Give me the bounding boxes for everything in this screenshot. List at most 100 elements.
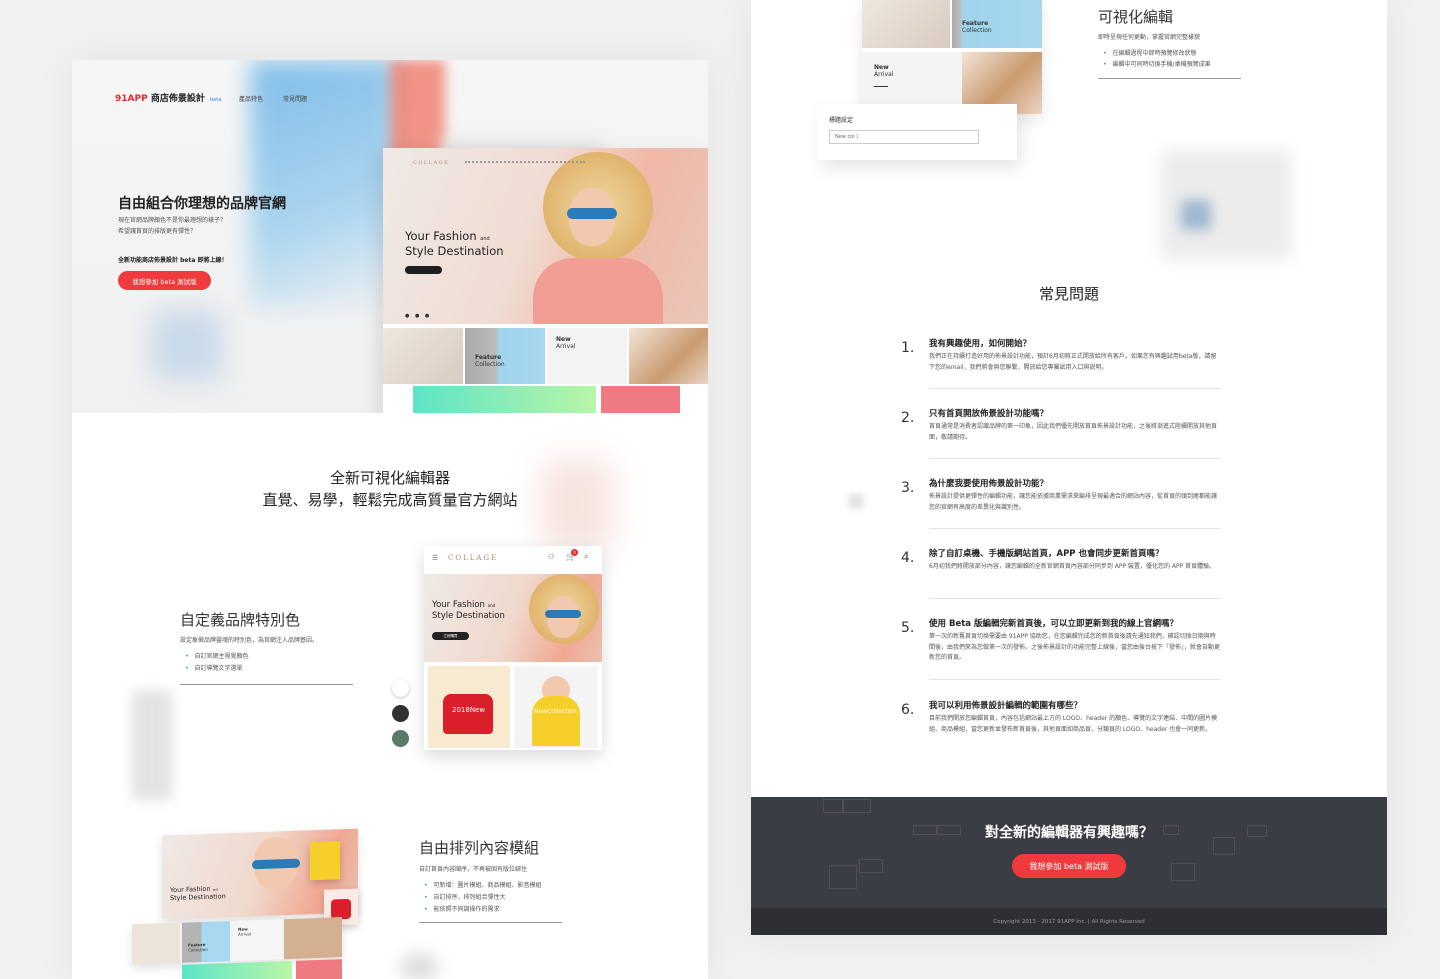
mockup-banner-button: [405, 266, 442, 274]
banner-title-line: Style Destination: [170, 892, 226, 903]
color-swatch-green[interactable]: [392, 730, 409, 747]
faq-question: 我有興趣使用，如何開始？: [929, 339, 1032, 349]
cta-decor-box: [843, 799, 871, 813]
banner-model-sunglasses: [567, 208, 617, 219]
section-title-line: 直覺、易學，輕鬆完成高質量官方網站: [262, 491, 518, 509]
tile-new-arrival: New Arrival: [547, 328, 627, 384]
mockup-menu: [465, 161, 585, 164]
tile-label: New Arrival: [556, 336, 576, 350]
mockup-banner: COLLAGE Your Fashion and Style Destinati…: [383, 148, 708, 324]
tile-label: 2018New: [452, 706, 486, 714]
section-title-line: 全新可視化編輯器: [329, 469, 450, 487]
hero-title: 自由組合你理想的品牌官網: [118, 196, 286, 212]
tile-label: New Arrival: [238, 926, 251, 936]
editor-preview-tiles: Feature Collection New Arrival: [862, 0, 1042, 114]
faq-divider: [929, 679, 1221, 680]
logo-beta-badge: beta: [209, 97, 222, 103]
search-icon: ⌕: [584, 552, 589, 561]
cart-count-badge: 0: [571, 549, 578, 556]
feature-bullet: 自訂官網主視覺顏色: [185, 651, 249, 663]
feature-bullet: 可新增：圖片模組、商品模組、影音模組: [424, 880, 542, 892]
tile-new-arrival: New Arrival: [232, 919, 282, 962]
red-bag-image: [443, 694, 493, 734]
site-logo[interactable]: 91APP 商店佈景設計 beta: [115, 91, 221, 104]
tile-collection-label: Collection: [188, 946, 208, 953]
feature-brand-color-title: 自定義品牌特別色: [180, 611, 301, 629]
editor-settings-panel: 標題設定: [817, 104, 1017, 160]
tile-arrival-label: Arrival: [556, 343, 576, 350]
faq-number: 3.: [901, 480, 915, 496]
mobile-banner-button: 立即購買: [432, 632, 469, 640]
landing-page-left: 91APP 商店佈景設計 beta 產品特色 常見問題 自由組合你理想的品牌官網…: [72, 60, 708, 979]
tile-shoes: [862, 0, 950, 48]
field-label: 標題設定: [829, 117, 854, 124]
banner-title-and: and: [480, 236, 490, 242]
visual-editing-list: 在編輯過程中即時預覽修改狀態 編輯中可同時切換手機/桌機預覽成果: [1103, 48, 1211, 70]
tile-bag: [629, 328, 708, 384]
storefront-mockup: COLLAGE Your Fashion and Style Destinati…: [383, 148, 708, 413]
feature-brand-color-desc: 設定象徵品牌靈魂的特別色，為官網注入品牌基因。: [180, 637, 319, 644]
faq-answer: 第一次的新舊首頁切換需要由 91APP 協助您，在您編輯完成您的新首頁後請先通知…: [929, 633, 1221, 661]
feature-bullet: 自訂導覽文字選單: [185, 663, 249, 675]
nav-item-faq[interactable]: 常見問題: [283, 94, 307, 103]
feature-bullet: 在編輯過程中即時預覽修改狀態: [1103, 48, 1211, 59]
banner-title-and: and: [212, 887, 219, 892]
faq-number: 5.: [901, 620, 915, 636]
color-swatch-dark[interactable]: [392, 705, 409, 722]
cta-title: 對全新的編輯器有興趣嗎？: [985, 825, 1153, 841]
hero-note: 全新功能商店佈景設計 beta 即將上線！: [118, 257, 228, 264]
cta-decor-box: [859, 859, 883, 873]
hero-desc-line: 現在官網品牌顏色不是你最理想的樣子？: [118, 217, 227, 224]
faq-divider: [929, 528, 1221, 529]
tile-arrival-label: Arrival: [874, 71, 894, 78]
tile-feature-label: Feature: [962, 20, 989, 27]
faq-answer: 6月初我們將開放部分內容，讓您編輯的全新官網首頁內容部分同步到 APP 裝置，優…: [929, 563, 1216, 570]
landing-page-right: Feature Collection New Arrival 標題設定 可視化編…: [751, 0, 1387, 935]
faq-number: 6.: [901, 702, 915, 718]
copyright-text: Copyright 2013 - 2017 91APP Inc. | All R…: [993, 918, 1145, 925]
banner-model-body: [533, 258, 663, 324]
tile-underline: [874, 86, 888, 87]
carousel-dots: ● ● ●: [405, 313, 432, 319]
tile-label: New Arrival: [874, 64, 894, 78]
hero-description: 現在官網品牌顏色不是你最理想的樣子？ 希望讓首頁的排版更有彈性？: [118, 215, 226, 237]
banner-title-line: Your Fashion: [432, 600, 485, 610]
feature-modules-desc: 自訂首頁內容順序，不再被固有版位綁住: [419, 866, 528, 873]
faq-question: 使用 Beta 版編輯完新首頁後，可以立即更新到我的線上官網嗎？: [929, 619, 1178, 629]
tile-heels: [601, 386, 680, 413]
mini-banner-title: Your Fashion and Style Destination: [170, 885, 226, 902]
mobile-banner: Your Fashion and Style Destination 立即購買: [424, 574, 602, 662]
nav-item-features[interactable]: 產品特色: [239, 94, 263, 103]
banner-title-line: Style Destination: [432, 611, 505, 621]
tile-red-bag: 2018New: [428, 666, 510, 748]
tile-collection-label: Collection: [475, 361, 505, 368]
modules-mockup: Your Fashion and Style Destination Featu…: [132, 825, 360, 979]
feature-modules-title: 自由排列內容模組: [419, 839, 540, 857]
faq-heading: 常見問題: [1038, 285, 1099, 303]
tile-label: NewCollection: [534, 708, 577, 715]
join-beta-button[interactable]: 我想參加 beta 測試版: [1012, 854, 1126, 878]
tile-new-collection: NewCollection: [514, 666, 598, 748]
faq-question: 我可以利用佈景設計編輯的範圍有哪些？: [929, 701, 1083, 711]
cta-decor-box: [1171, 863, 1195, 881]
color-swatch-white[interactable]: [392, 680, 409, 697]
tile-label: Feature Collection: [962, 20, 992, 34]
cta-section: 對全新的編輯器有興趣嗎？ 我想參加 beta 測試版: [751, 797, 1387, 908]
hero-section: 91APP 商店佈景設計 beta 產品特色 常見問題 自由組合你理想的品牌官網…: [72, 60, 708, 413]
faq-answer: 我們正在持續打造好用的佈景設計功能，預計6月初將正式開放給所有客戶。如果您有興趣…: [929, 353, 1217, 371]
mobile-banner-title: Your Fashion and Style Destination: [432, 600, 505, 621]
hero-background-blur: [250, 60, 400, 310]
tile-feature-label: Feature: [475, 354, 502, 361]
join-beta-button[interactable]: 我想參加 beta 測試版: [118, 271, 211, 290]
feature-divider: [180, 684, 353, 685]
faq-question: 除了自訂桌機、手機版網站首頁，APP 也會同步更新首頁嗎？: [929, 549, 1164, 559]
title-setting-input[interactable]: [829, 130, 979, 144]
feature-modules-list: 可新增：圖片模組、商品模組、影音模組 自訂排序，排列組合彈性大 能依照不同調操作…: [424, 880, 542, 916]
background-blur: [542, 460, 612, 550]
background-blur: [1181, 200, 1211, 230]
faq-question: 只有首頁開放佈景設計功能嗎？: [929, 409, 1049, 419]
tile-label: Feature Collection: [475, 354, 505, 368]
hamburger-icon: ☰: [432, 554, 439, 562]
feature-bullet: 編輯中可同時切換手機/桌機預覽成果: [1103, 59, 1211, 70]
user-icon: ⚇: [548, 553, 555, 561]
